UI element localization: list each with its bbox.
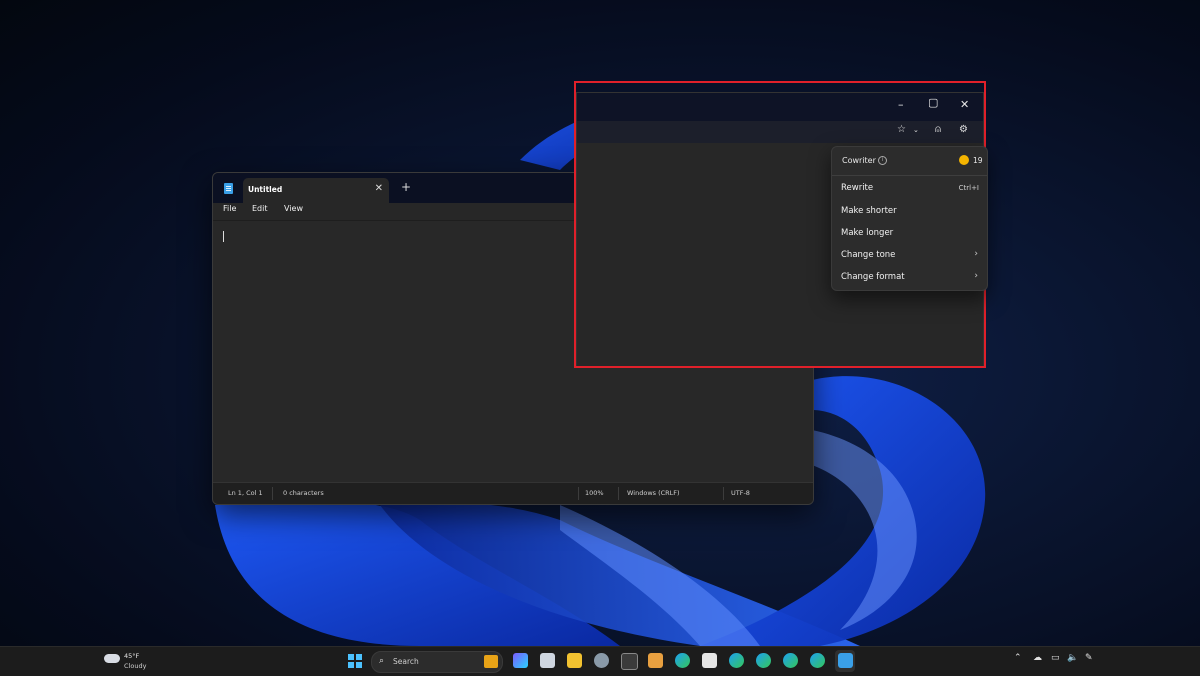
search-label: Search <box>393 657 419 666</box>
taskbar: 45°F Cloudy ⌕ Search ⌃ ☁ ▭ 🔈 ✎ <box>0 646 1200 676</box>
maximize-icon[interactable]: ▢ <box>928 96 938 109</box>
edge-canary-icon[interactable] <box>729 653 744 668</box>
status-divider <box>618 487 619 500</box>
search-highlight-icon <box>484 655 498 668</box>
credits-icon <box>959 155 969 165</box>
text-caret <box>223 231 224 242</box>
notepad-app-icon <box>224 183 233 194</box>
edge-dev-icon[interactable] <box>783 653 798 668</box>
tab-close-icon[interactable]: ✕ <box>375 183 383 194</box>
terminal-icon[interactable] <box>621 653 638 670</box>
start-button[interactable] <box>348 654 362 668</box>
task-view-icon[interactable] <box>540 653 555 668</box>
status-zoom[interactable]: 100% <box>585 489 604 497</box>
status-position: Ln 1, Col 1 <box>228 489 263 497</box>
menu-item-label: Rewrite <box>841 183 874 193</box>
chevron-down-icon[interactable]: ⌄ <box>913 126 919 134</box>
status-characters: 0 characters <box>283 489 324 497</box>
volume-icon[interactable]: 🔈 <box>1067 653 1078 663</box>
weather-description[interactable]: Cloudy <box>124 662 146 670</box>
status-divider <box>272 487 273 500</box>
cloud-icon[interactable] <box>104 654 120 663</box>
cowriter-titlebar: – ▢ ✕ <box>577 93 983 121</box>
file-explorer-icon[interactable] <box>567 653 582 668</box>
cowriter-toolbar: ☆ ⌄ ⍝ ⚙ <box>577 121 983 143</box>
credits-count: 19 <box>973 156 983 165</box>
status-divider <box>723 487 724 500</box>
network-icon[interactable]: ▭ <box>1051 653 1060 663</box>
onedrive-cloud-icon[interactable]: ☁ <box>1033 653 1042 663</box>
menu-item-label: Make longer <box>841 228 894 238</box>
edge-icon[interactable] <box>675 653 690 668</box>
menu-item-make-longer[interactable]: Make longer <box>832 224 987 244</box>
menu-item-label: Change tone <box>841 250 896 260</box>
menu-item-make-shorter[interactable]: Make shorter <box>832 202 987 222</box>
app-icon[interactable] <box>648 653 663 668</box>
menu-view[interactable]: View <box>284 204 303 213</box>
cowriter-account-icon[interactable]: ⍝ <box>935 124 941 135</box>
menu-item-rewrite[interactable]: Rewrite Ctrl+I <box>832 179 987 199</box>
menu-item-change-tone[interactable]: Change tone › <box>832 246 987 266</box>
edge-beta-icon[interactable] <box>756 653 771 668</box>
menu-file[interactable]: File <box>223 204 236 213</box>
notification-icon[interactable]: ✎ <box>1085 653 1093 663</box>
new-tab-icon[interactable]: + <box>401 180 411 194</box>
status-divider <box>578 487 579 500</box>
status-bar: Ln 1, Col 1 0 characters 100% Windows (C… <box>213 482 813 504</box>
chevron-up-icon[interactable]: ⌃ <box>1014 653 1022 663</box>
store-icon[interactable] <box>702 653 717 668</box>
edge-preview-icon[interactable] <box>810 653 825 668</box>
gear-icon[interactable]: ⚙ <box>959 124 968 135</box>
minimize-icon[interactable]: – <box>898 98 904 111</box>
cowriter-menu-header: Cowriter i 19 <box>832 147 987 176</box>
tab-title: Untitled <box>248 185 283 194</box>
favorite-star-icon[interactable]: ☆ <box>897 124 906 135</box>
menu-item-label: Change format <box>841 272 905 282</box>
chevron-right-icon: › <box>974 249 978 259</box>
taskbar-search[interactable]: ⌕ Search <box>371 651 503 673</box>
close-icon[interactable]: ✕ <box>960 98 969 111</box>
menu-item-change-format[interactable]: Change format › <box>832 268 987 288</box>
tab-untitled[interactable]: Untitled ✕ <box>243 178 389 203</box>
status-line-ending[interactable]: Windows (CRLF) <box>627 489 680 497</box>
copilot-icon[interactable] <box>513 653 528 668</box>
status-encoding[interactable]: UTF-8 <box>731 489 750 497</box>
menu-item-shortcut: Ctrl+I <box>958 184 979 192</box>
chevron-right-icon: › <box>974 271 978 281</box>
notepad-taskbar-icon[interactable] <box>838 653 853 668</box>
info-icon[interactable]: i <box>878 156 887 165</box>
search-icon: ⌕ <box>379 656 385 666</box>
cowriter-title: Cowriter <box>842 156 876 165</box>
cowriter-menu: Cowriter i 19 Rewrite Ctrl+I Make shorte… <box>831 146 988 291</box>
menu-edit[interactable]: Edit <box>252 204 268 213</box>
menu-item-label: Make shorter <box>841 206 897 216</box>
weather-temperature[interactable]: 45°F <box>124 652 139 660</box>
settings-icon[interactable] <box>594 653 609 668</box>
